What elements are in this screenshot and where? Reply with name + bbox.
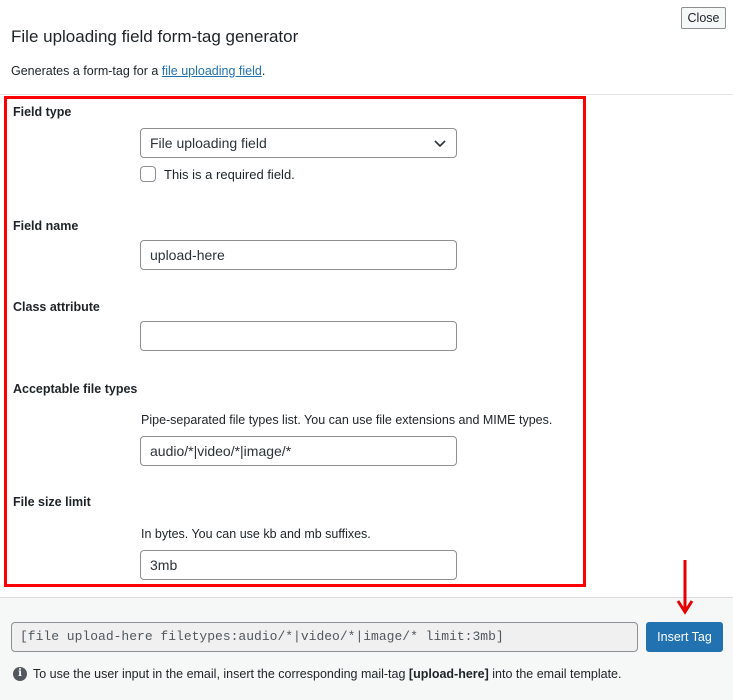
description-suffix: .: [261, 64, 266, 78]
file-types-help: Pipe-separated file types list. You can …: [141, 413, 553, 427]
field-type-selected: File uploading field: [150, 135, 267, 151]
insert-tag-button[interactable]: Insert Tag: [646, 622, 723, 652]
required-field-option[interactable]: This is a required field.: [140, 166, 295, 182]
file-types-input[interactable]: [140, 436, 457, 466]
field-name-input[interactable]: [140, 240, 457, 270]
dialog-title: File uploading field form-tag generator: [11, 27, 299, 46]
field-type-label: Field type: [13, 105, 72, 119]
description-prefix: Generates a form-tag for a: [11, 64, 162, 78]
chevron-down-icon: [434, 140, 446, 148]
dialog-description: Generates a form-tag for a file uploadin…: [11, 64, 265, 78]
mail-tag: [upload-here]: [408, 667, 489, 681]
mail-tag-note: i To use the user input in the email, in…: [13, 667, 621, 681]
file-size-label: File size limit: [13, 495, 91, 509]
dialog-footer: [file upload-here filetypes:audio/*|vide…: [0, 597, 733, 700]
file-size-help: In bytes. You can use kb and mb suffixes…: [141, 527, 371, 541]
info-icon: i: [13, 667, 27, 681]
field-type-select[interactable]: File uploading field: [140, 128, 457, 158]
file-types-label: Acceptable file types: [13, 382, 138, 396]
file-size-input[interactable]: [140, 550, 457, 580]
mail-note-suffix: into the email template.: [488, 667, 622, 681]
required-checkbox[interactable]: [140, 166, 156, 182]
class-attribute-label: Class attribute: [13, 300, 100, 314]
class-attribute-input[interactable]: [140, 321, 457, 351]
file-uploading-field-link[interactable]: file uploading field: [162, 64, 262, 78]
header-divider: [0, 94, 733, 95]
field-name-label: Field name: [13, 219, 79, 233]
close-button[interactable]: Close: [681, 7, 726, 29]
tag-output-field[interactable]: [file upload-here filetypes:audio/*|vide…: [11, 622, 638, 652]
mail-note-text: To use the user input in the email, inse…: [33, 667, 621, 681]
mail-note-prefix: To use the user input in the email, inse…: [33, 667, 409, 681]
required-checkbox-label: This is a required field.: [164, 166, 295, 182]
